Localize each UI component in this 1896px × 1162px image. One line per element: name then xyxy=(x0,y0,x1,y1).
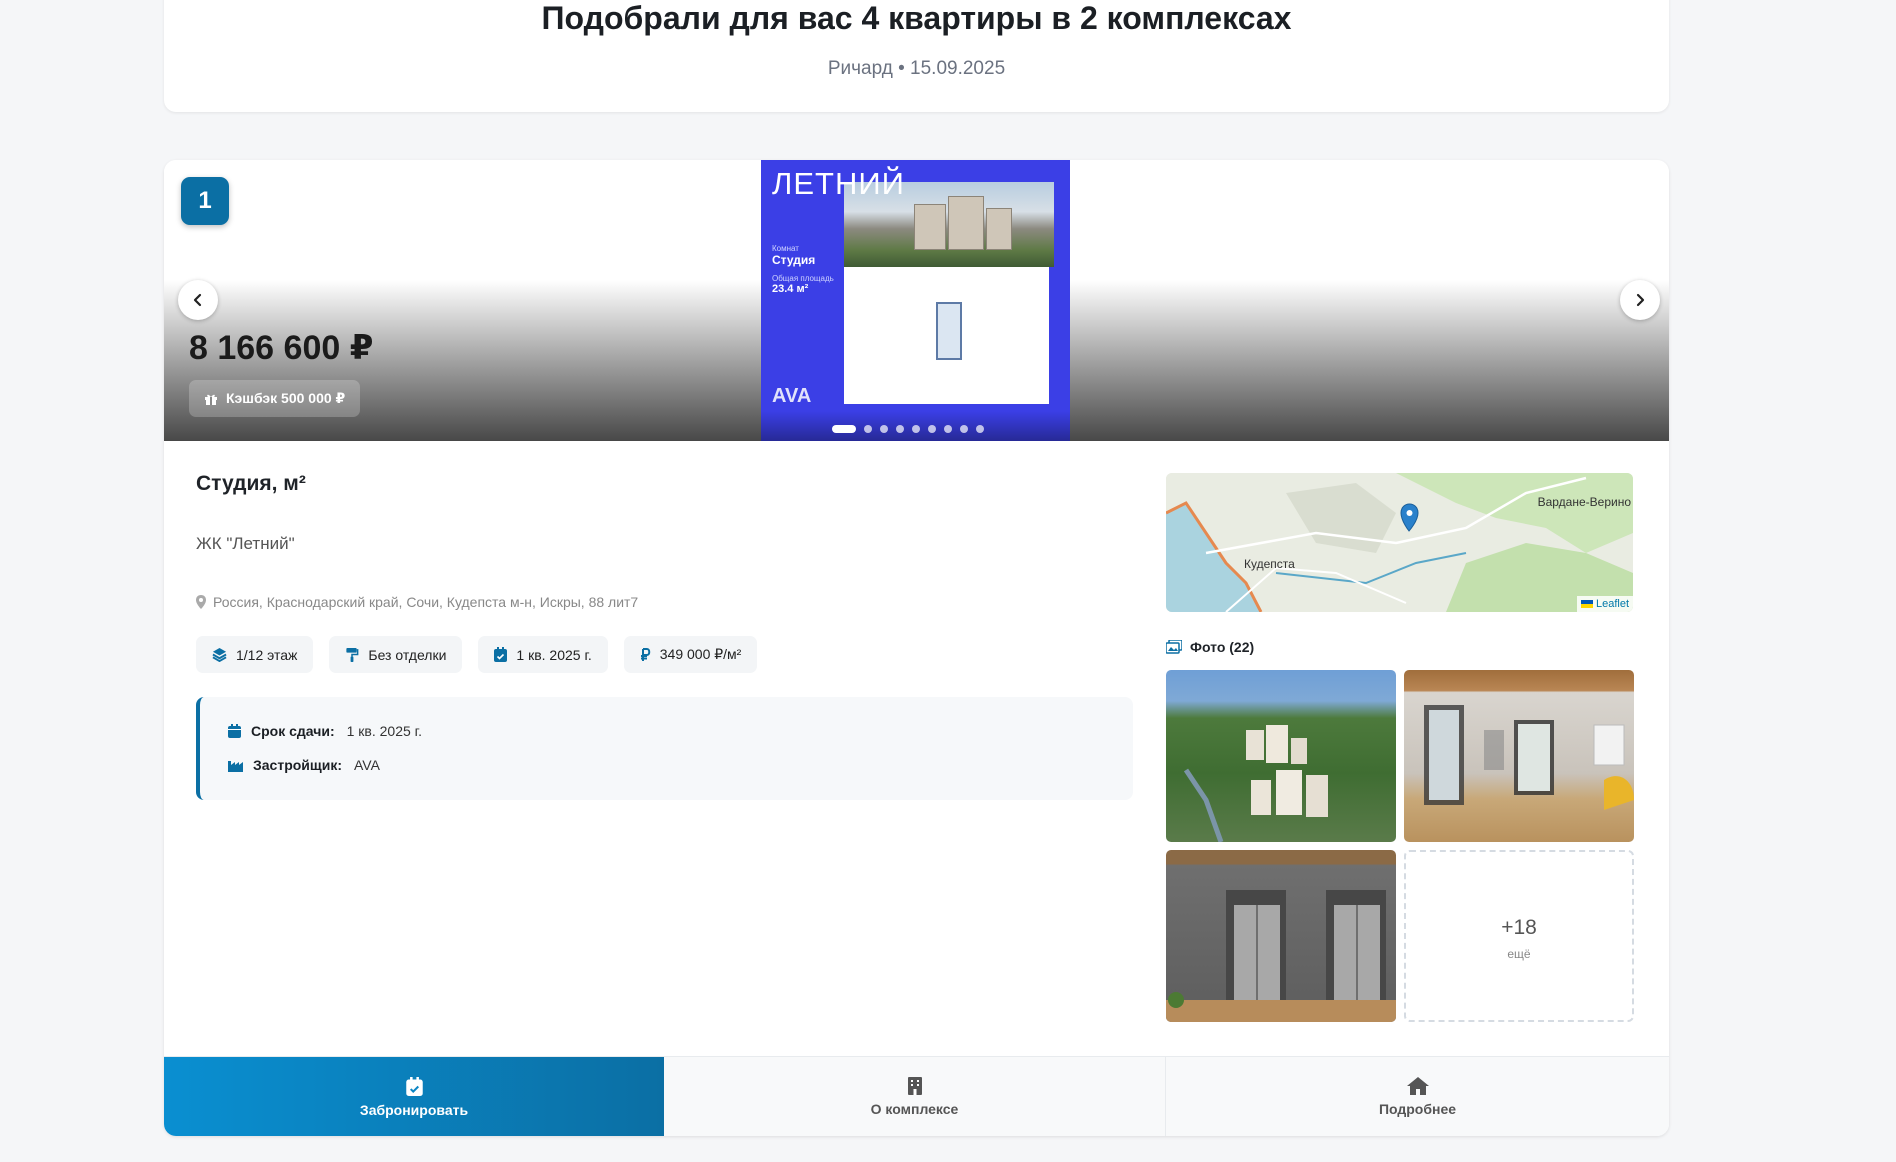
map-attribution-text[interactable]: Leaflet xyxy=(1596,598,1629,610)
chevron-right-icon xyxy=(1636,293,1645,307)
selection-header: Подобрали для вас 4 квартиры в 2 комплек… xyxy=(164,0,1669,112)
poster-area-label: Общая площадь xyxy=(772,274,834,283)
industry-icon xyxy=(228,760,243,772)
chip-deadline-label: 1 кв. 2025 г. xyxy=(516,646,592,663)
aerial-view-image xyxy=(1183,725,1328,842)
photo-thumbnail-aerial[interactable] xyxy=(1166,670,1396,842)
home-icon xyxy=(1406,1077,1429,1095)
details-button[interactable]: Подробнее xyxy=(1166,1057,1669,1136)
card-actions: Забронировать О комплексе Подробнее xyxy=(164,1056,1669,1136)
calendar-icon xyxy=(228,724,241,738)
chip-floor-label: 1/12 этаж xyxy=(236,646,298,663)
map-label-village: Вардане-Верино xyxy=(1537,495,1631,509)
deadline-label: Срок сдачи: xyxy=(251,723,335,739)
map-pin-icon xyxy=(196,595,206,609)
developer-value: AVA xyxy=(354,757,380,773)
flag-icon xyxy=(1580,600,1593,608)
details-button-label: Подробнее xyxy=(1378,1101,1457,1117)
deadline-row: Срок сдачи: 1 кв. 2025 г. xyxy=(228,723,422,739)
poster-rooms-value: Студия xyxy=(772,253,816,267)
photo-carousel[interactable]: ЛЕТНИЙ Комнат Студия Общая площадь 23.4 … xyxy=(164,160,1669,441)
carousel-dot-active[interactable] xyxy=(832,425,856,433)
poster-title: ЛЕТНИЙ xyxy=(772,166,905,201)
card-index-badge: 1 xyxy=(181,177,229,225)
map-attribution[interactable]: Leaflet xyxy=(1576,596,1633,612)
poster-rooms-label: Комнат xyxy=(772,244,799,253)
photos-count-label: Фото (22) xyxy=(1190,639,1255,655)
address-text: Россия, Краснодарский край, Сочи, Кудепс… xyxy=(213,594,639,610)
calendar-check-icon xyxy=(494,647,508,662)
layers-icon xyxy=(212,647,227,662)
map-tiles xyxy=(1166,473,1633,612)
carousel-dot[interactable] xyxy=(928,425,936,433)
address: Россия, Краснодарский край, Сочи, Кудепс… xyxy=(196,594,638,610)
chip-finish-label: Без отделки xyxy=(368,646,447,663)
paint-roller-icon xyxy=(346,647,359,662)
photo-thumbnail-elevators[interactable] xyxy=(1166,850,1396,1022)
author-date: Ричард • 15.09.2025 xyxy=(827,58,1006,79)
calendar-check-icon xyxy=(405,1076,423,1096)
map-label-town: Кудепста xyxy=(1244,557,1295,571)
chevron-left-icon xyxy=(193,293,202,307)
book-button-label: Забронировать xyxy=(359,1101,469,1118)
apartment-price: 8 166 600 ₽ xyxy=(189,329,374,367)
carousel-dots xyxy=(832,422,984,436)
poster-brand-logo: AVA xyxy=(772,385,812,407)
carousel-dot[interactable] xyxy=(976,425,984,433)
cashback-badge: Кэшбэк 500 000 ₽ xyxy=(189,380,361,417)
deadline-value: 1 кв. 2025 г. xyxy=(346,723,422,739)
photo-thumbnail-lobby[interactable] xyxy=(1404,670,1634,842)
carousel-dot[interactable] xyxy=(912,425,920,433)
gift-icon xyxy=(205,394,217,405)
ruble-icon xyxy=(640,647,650,661)
photos-header: Фото (22) xyxy=(1166,639,1254,655)
carousel-next-button[interactable] xyxy=(1620,280,1660,320)
chip-finish: Без отделки xyxy=(329,636,463,673)
carousel-dot[interactable] xyxy=(896,425,904,433)
complex-name: ЖК "Летний" xyxy=(196,534,295,553)
carousel-dot[interactable] xyxy=(880,425,888,433)
info-box: Срок сдачи: 1 кв. 2025 г. Застройщик: AV… xyxy=(196,697,1133,800)
floor-plan-image xyxy=(844,267,1049,404)
chip-deadline: 1 кв. 2025 г. xyxy=(478,636,608,673)
chip-floor: 1/12 этаж xyxy=(196,636,314,673)
poster-area-value: 23.4 м² xyxy=(772,283,809,295)
apartment-card: ЛЕТНИЙ Комнат Студия Общая площадь 23.4 … xyxy=(164,160,1669,1136)
about-complex-label: О комплексе xyxy=(870,1101,959,1117)
apartment-title: Студия, м² xyxy=(196,472,306,495)
more-photos-label: ещё xyxy=(1507,947,1531,961)
cashback-text: Кэшбэк 500 000 ₽ xyxy=(226,390,346,406)
apartment-features: 1/12 этаж Без отделки 1 кв. 2025 г. 349 … xyxy=(196,636,758,673)
chip-price-per-meter: 349 000 ₽/м² xyxy=(623,636,758,673)
carousel-dot[interactable] xyxy=(960,425,968,433)
images-icon xyxy=(1166,640,1182,654)
developer-row: Застройщик: AVA xyxy=(228,757,380,773)
building-icon xyxy=(907,1077,922,1095)
chip-price-per-meter-label: 349 000 ₽/м² xyxy=(659,646,742,662)
carousel-slide-poster: ЛЕТНИЙ Комнат Студия Общая площадь 23.4 … xyxy=(761,160,1070,441)
carousel-dot[interactable] xyxy=(944,425,952,433)
page-title: Подобрали для вас 4 квартиры в 2 комплек… xyxy=(541,0,1292,36)
about-complex-button[interactable]: О комплексе xyxy=(664,1057,1166,1136)
floor-plan-shape xyxy=(936,302,962,360)
lobby-image xyxy=(1424,705,1634,810)
more-photos-count: +18 xyxy=(1501,916,1537,939)
elevators-image xyxy=(1166,890,1396,1022)
carousel-dot[interactable] xyxy=(864,425,872,433)
location-map[interactable]: Кудепста Вардане-Верино Leaflet xyxy=(1166,473,1633,612)
carousel-prev-button[interactable] xyxy=(178,280,218,320)
developer-label: Застройщик: xyxy=(253,757,342,773)
more-photos-button[interactable]: +18 ещё xyxy=(1404,850,1634,1022)
book-button[interactable]: Забронировать xyxy=(164,1057,664,1136)
